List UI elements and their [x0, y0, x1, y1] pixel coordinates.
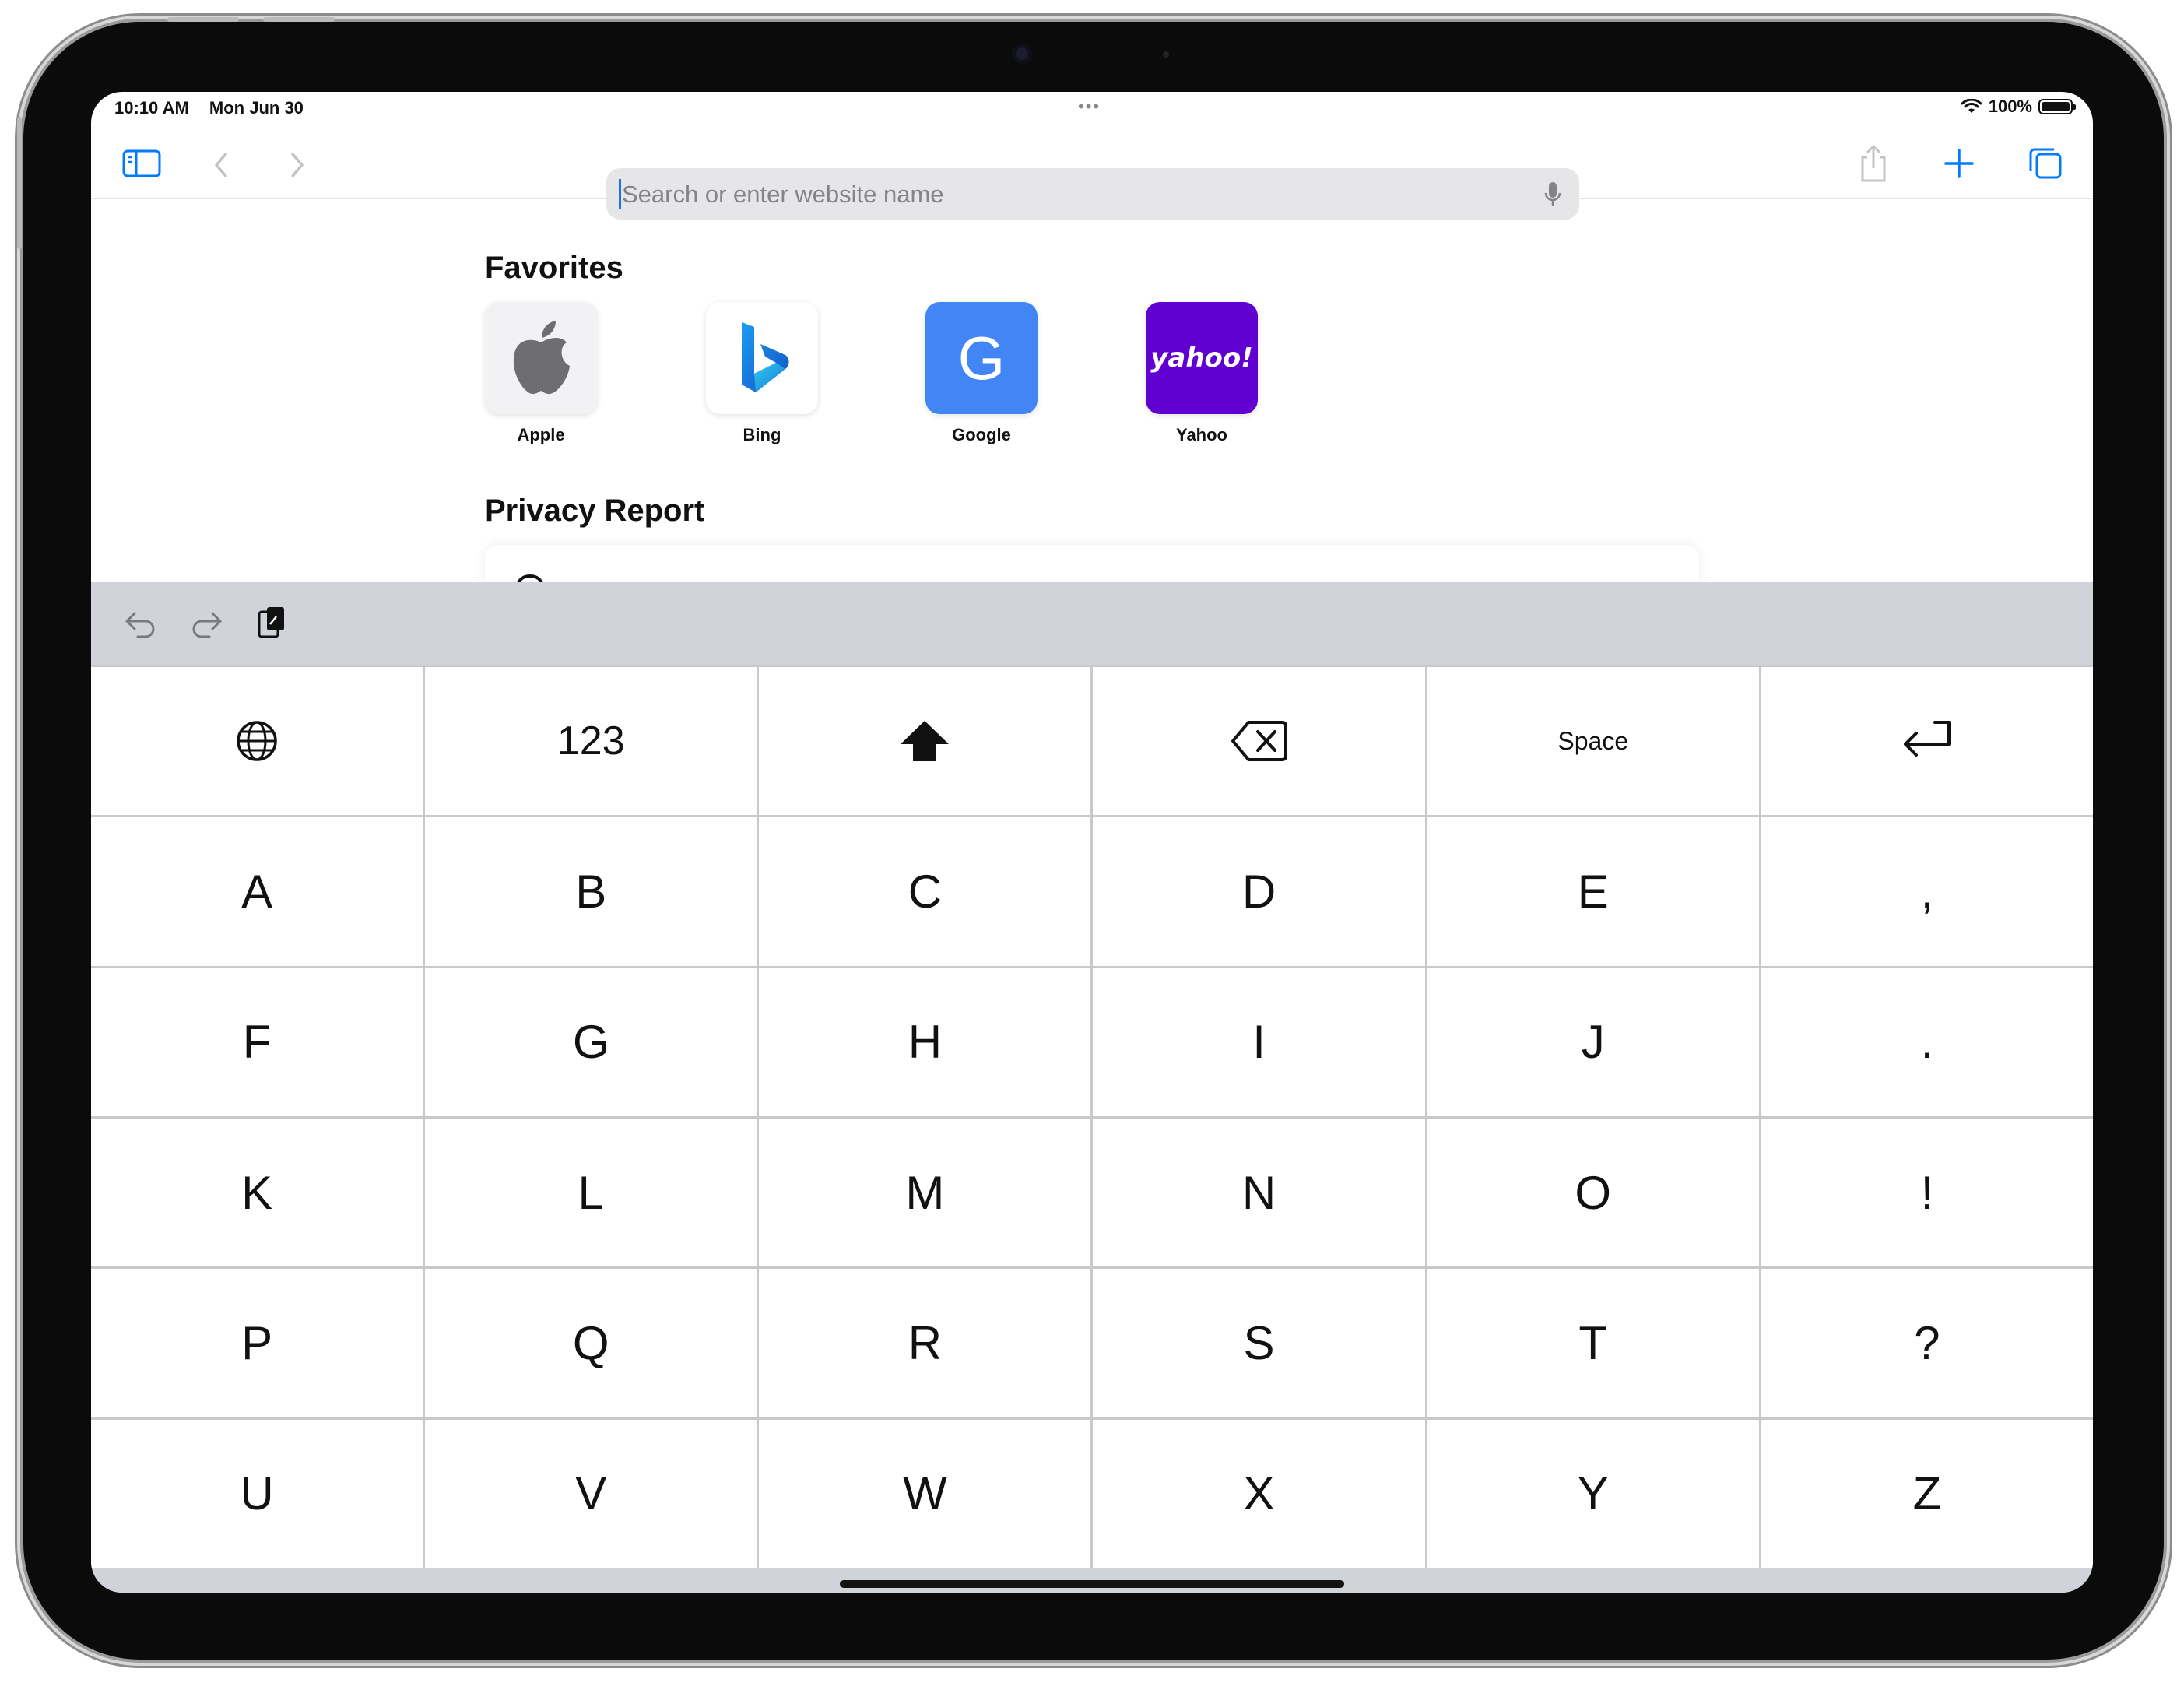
numbers-key[interactable]: 123	[425, 667, 757, 816]
keyboard-shortcut-bar	[91, 582, 2093, 665]
wifi-icon	[1961, 99, 1982, 113]
google-logo-icon: G	[925, 302, 1038, 414]
battery-fill	[2042, 102, 2070, 111]
shift-icon	[901, 721, 950, 762]
key-p[interactable]: P	[91, 1269, 423, 1417]
yahoo-logo-icon: yahoo!	[1146, 302, 1258, 414]
key-g[interactable]: G	[425, 968, 757, 1116]
favorite-label: Google	[952, 425, 1011, 444]
key-c[interactable]: C	[759, 817, 1091, 966]
status-bar-left: 10:10 AM Mon Jun 30	[114, 98, 319, 118]
favorite-label: Apple	[517, 425, 565, 444]
back-icon[interactable]	[212, 151, 230, 179]
key-n[interactable]: N	[1093, 1118, 1425, 1267]
new-tab-icon[interactable]	[1943, 148, 1975, 179]
keyboard-grid: 123 Space A B C D E , F G H I J . K L M …	[91, 665, 2093, 1568]
key-comma[interactable]: ,	[1761, 817, 2093, 966]
key-r[interactable]: R	[759, 1269, 1091, 1417]
favorite-label: Bing	[743, 425, 781, 444]
front-camera	[1012, 44, 1032, 64]
status-time: 10:10 AM	[114, 98, 189, 118]
key-o[interactable]: O	[1427, 1118, 1759, 1267]
home-indicator[interactable]	[840, 1580, 1344, 1588]
favorite-bing[interactable]: Bing	[706, 302, 818, 445]
key-k[interactable]: K	[91, 1118, 423, 1267]
key-z[interactable]: Z	[1761, 1419, 2093, 1568]
key-s[interactable]: S	[1093, 1269, 1425, 1417]
key-u[interactable]: U	[91, 1419, 423, 1568]
favorites-title: Favorites	[485, 251, 623, 285]
key-question[interactable]: ?	[1761, 1269, 2093, 1417]
screen: 10:10 AM Mon Jun 30 ••• 100% Search or e…	[91, 92, 2093, 1593]
key-w[interactable]: W	[759, 1419, 1091, 1568]
return-key[interactable]	[1761, 667, 2093, 816]
google-glyph: G	[957, 323, 1006, 392]
key-l[interactable]: L	[425, 1118, 757, 1267]
favorite-apple[interactable]: Apple	[485, 302, 597, 445]
battery-icon	[2038, 99, 2076, 114]
undo-icon[interactable]	[124, 607, 158, 640]
multitasking-dots-icon[interactable]: •••	[1078, 97, 1101, 117]
search-input[interactable]	[620, 168, 1526, 221]
backspace-icon	[1231, 721, 1287, 762]
volume-button	[167, 17, 239, 22]
key-d[interactable]: D	[1093, 817, 1425, 966]
redo-icon[interactable]	[189, 607, 223, 640]
space-key[interactable]: Space	[1427, 667, 1759, 816]
key-h[interactable]: H	[759, 968, 1091, 1116]
favorite-google[interactable]: G Google	[925, 302, 1038, 445]
shift-key[interactable]	[759, 667, 1091, 816]
key-v[interactable]: V	[425, 1419, 757, 1568]
volume-button	[263, 17, 335, 22]
favorite-yahoo[interactable]: yahoo! Yahoo	[1146, 302, 1258, 445]
key-q[interactable]: Q	[425, 1269, 757, 1417]
browser-toolbar	[91, 129, 2093, 221]
sidebar-icon[interactable]	[122, 148, 161, 179]
key-m[interactable]: M	[759, 1118, 1091, 1267]
microphone-icon[interactable]	[1543, 181, 1562, 213]
forward-icon[interactable]	[288, 151, 307, 179]
paste-icon[interactable]	[256, 604, 287, 641]
key-exclamation[interactable]: !	[1761, 1118, 2093, 1267]
ambient-sensor	[1163, 51, 1169, 58]
key-a[interactable]: A	[91, 817, 423, 966]
key-period[interactable]: .	[1761, 968, 2093, 1116]
home-indicator-area	[91, 1568, 2093, 1593]
globe-key[interactable]	[91, 667, 423, 816]
key-f[interactable]: F	[91, 968, 423, 1116]
key-y[interactable]: Y	[1427, 1419, 1759, 1568]
delete-key[interactable]	[1093, 667, 1425, 816]
return-icon	[1903, 721, 1951, 757]
key-j[interactable]: J	[1427, 968, 1759, 1116]
privacy-report-title: Privacy Report	[485, 494, 705, 528]
key-b[interactable]: B	[425, 817, 757, 966]
yahoo-glyph: yahoo!	[1150, 342, 1253, 374]
status-date: Mon Jun 30	[209, 98, 304, 118]
share-icon[interactable]	[1858, 143, 1889, 184]
key-e[interactable]: E	[1427, 817, 1759, 966]
apple-logo-icon	[485, 302, 597, 414]
bing-logo-icon	[706, 302, 818, 414]
battery-percentage: 100%	[1988, 97, 2032, 116]
key-t[interactable]: T	[1427, 1269, 1759, 1417]
status-bar-right: 100%	[1961, 97, 2076, 117]
key-x[interactable]: X	[1093, 1419, 1425, 1568]
power-button	[17, 117, 22, 249]
favorite-label: Yahoo	[1175, 425, 1227, 444]
tabs-overview-icon[interactable]	[2028, 146, 2063, 181]
key-i[interactable]: I	[1093, 968, 1425, 1116]
address-bar[interactable]	[606, 168, 1579, 221]
globe-icon	[237, 721, 277, 761]
